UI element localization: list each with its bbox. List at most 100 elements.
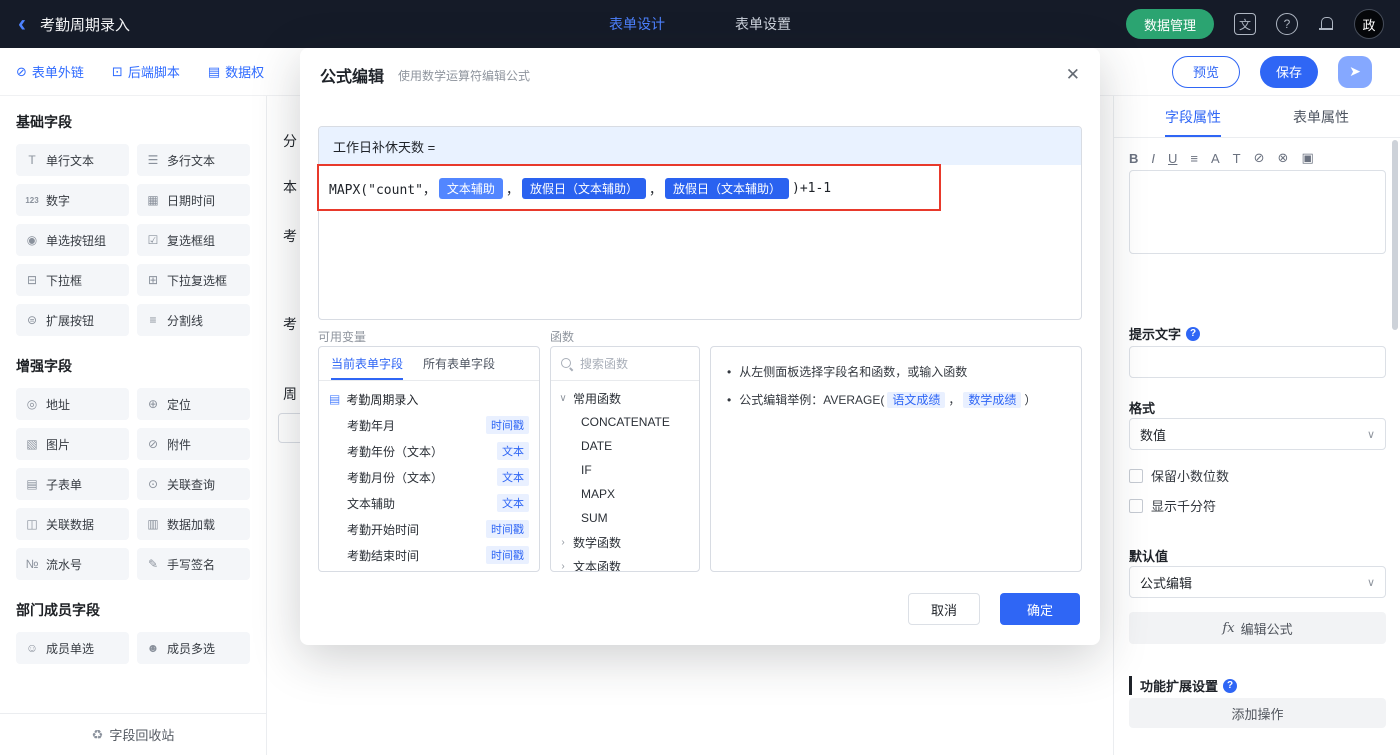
help-circle-icon[interactable]: ?	[1186, 326, 1201, 341]
variable-item[interactable]: 考勤开始时间 时间戳	[329, 516, 529, 542]
field-type-button[interactable]: ⊘ 附件	[137, 428, 250, 460]
variable-item[interactable]: 考勤月份（文本） 文本	[329, 464, 529, 490]
field-token[interactable]: 文本辅助	[438, 178, 503, 199]
search-icon	[561, 357, 573, 370]
data-management-button[interactable]: 数据管理	[1125, 9, 1214, 39]
label-text: 默认值	[1129, 549, 1169, 564]
function-group-text[interactable]: › 文本函数	[559, 554, 691, 572]
section-title-enhanced: 增强字段	[16, 358, 72, 374]
font-size-icon[interactable]: T	[1233, 151, 1241, 166]
tab-form-properties[interactable]: 表单属性	[1293, 96, 1349, 137]
cancel-button[interactable]: 取消	[908, 593, 980, 625]
field-title-editor[interactable]	[1129, 170, 1386, 254]
function-group-common[interactable]: ∨ 常用函数	[559, 386, 691, 410]
italic-icon[interactable]: I	[1151, 151, 1155, 166]
data-permission-link[interactable]: ▤ 数据权	[208, 62, 264, 81]
field-type-button[interactable]: 123 数字	[16, 184, 129, 216]
formula-input-area[interactable]: MAPX("count"， 文本辅助 ， 放假日（文本辅助） ， 放假日（文本辅…	[319, 165, 1081, 212]
tab-field-properties[interactable]: 字段属性	[1165, 96, 1221, 137]
formula-editor: 工作日补休天数 = MAPX("count"， 文本辅助 ， 放假日（文本辅助）…	[318, 126, 1082, 320]
field-type-button[interactable]: ✎ 手写签名	[137, 548, 250, 580]
variable-item[interactable]: 文本辅助 文本	[329, 490, 529, 516]
topbar-actions: 数据管理 文 ? 政	[1125, 0, 1384, 48]
notification-bell-icon[interactable]	[1318, 16, 1334, 32]
field-type-button[interactable]: ▤ 子表单	[16, 468, 129, 500]
default-value-select[interactable]: 公式编辑 ∨	[1129, 566, 1386, 598]
related-data-icon: ◫	[26, 517, 38, 531]
type-badge: 文本	[497, 442, 529, 460]
thousand-separator-checkbox[interactable]: 显示千分符	[1129, 496, 1386, 515]
close-icon[interactable]: ✕	[1066, 65, 1080, 85]
font-color-icon[interactable]: A	[1211, 151, 1220, 166]
field-label: 下拉复选框	[167, 273, 228, 288]
function-item[interactable]: IF	[559, 458, 691, 482]
insert-image-icon[interactable]: ▣	[1301, 150, 1313, 166]
backend-script-link[interactable]: ⊡ 后端脚本	[112, 62, 180, 81]
field-type-button[interactable]: ▥ 数据加载	[137, 508, 250, 540]
back-icon[interactable]: ‹	[18, 12, 26, 36]
share-button[interactable]: ➤	[1338, 55, 1372, 88]
confirm-button[interactable]: 确定	[1000, 593, 1080, 625]
help-circle-icon[interactable]: ?	[1223, 678, 1238, 693]
function-item[interactable]: CONCATENATE	[559, 410, 691, 434]
tab-form-design[interactable]: 表单设计	[609, 14, 665, 34]
field-type-button[interactable]: ▧ 图片	[16, 428, 129, 460]
link-icon[interactable]: ⊘	[1254, 150, 1265, 166]
edit-formula-button[interactable]: fx 编辑公式	[1129, 612, 1386, 644]
variable-item[interactable]: 考勤年月 时间戳	[329, 412, 529, 438]
align-icon[interactable]: ≡	[1190, 151, 1198, 166]
function-item[interactable]: MAPX	[559, 482, 691, 506]
field-type-button[interactable]: ▦ 日期时间	[137, 184, 250, 216]
field-type-button[interactable]: ⊜ 扩展按钮	[16, 304, 129, 336]
tip-text: 从左侧面板选择字段名和函数，或输入函数	[739, 365, 968, 379]
hint-text-input[interactable]	[1129, 346, 1386, 378]
format-select[interactable]: 数值 ∨	[1129, 418, 1386, 450]
field-token[interactable]: 放假日（文本辅助）	[664, 178, 789, 199]
tab-all-form-fields[interactable]: 所有表单字段	[423, 347, 495, 380]
page-title: 考勤周期录入	[40, 16, 131, 34]
underline-icon[interactable]: U	[1168, 151, 1177, 166]
function-group-math[interactable]: › 数学函数	[559, 530, 691, 554]
panel-scrollbar[interactable]	[1392, 140, 1398, 330]
tab-form-settings[interactable]: 表单设置	[735, 14, 791, 34]
function-item[interactable]: SUM	[559, 506, 691, 530]
field-type-button[interactable]: № 流水号	[16, 548, 129, 580]
tab-current-form-fields[interactable]: 当前表单字段	[331, 347, 403, 380]
field-type-button[interactable]: ◎ 地址	[16, 388, 129, 420]
variable-item[interactable]: 考勤结束时间 时间戳	[329, 542, 529, 568]
field-token[interactable]: 放假日（文本辅助）	[521, 178, 646, 199]
avatar[interactable]: 政	[1354, 9, 1384, 39]
bullet-icon: •	[727, 365, 732, 379]
field-recycle-bin[interactable]: ♻ 字段回收站	[0, 713, 266, 755]
field-type-button[interactable]: T 单行文本	[16, 144, 129, 176]
field-type-button[interactable]: ⊕ 定位	[137, 388, 250, 420]
add-action-button[interactable]: 添加操作	[1129, 698, 1386, 728]
field-type-button[interactable]: ◫ 关联数据	[16, 508, 129, 540]
form-external-link[interactable]: ⊘ 表单外链	[16, 62, 84, 81]
bold-icon[interactable]: B	[1129, 151, 1138, 166]
field-type-button[interactable]: ☰ 多行文本	[137, 144, 250, 176]
variable-item[interactable]: 考勤年份（文本） 文本	[329, 438, 529, 464]
form-root-node[interactable]: ▤ 考勤周期录入	[329, 386, 529, 412]
dropdown-multi-icon: ⊞	[147, 273, 159, 287]
fx-icon: fx	[1222, 620, 1235, 636]
keep-decimals-checkbox[interactable]: 保留小数位数	[1129, 466, 1386, 485]
hint-text-label: 提示文字 ?	[1129, 324, 1386, 343]
checkbox-group-icon: ☑	[147, 233, 159, 247]
unlink-icon[interactable]: ⊗	[1278, 150, 1289, 166]
save-button[interactable]: 保存	[1260, 55, 1318, 88]
field-type-button[interactable]: ☑ 复选框组	[137, 224, 250, 256]
function-item[interactable]: DATE	[559, 434, 691, 458]
function-search[interactable]: 搜索函数	[551, 347, 699, 381]
field-type-button[interactable]: ☺ 成员单选	[16, 632, 129, 664]
field-type-button[interactable]: ◉ 单选按钮组	[16, 224, 129, 256]
help-icon[interactable]: ?	[1276, 13, 1298, 35]
link-label: 后端脚本	[127, 65, 180, 80]
field-type-button[interactable]: ⊙ 关联查询	[137, 468, 250, 500]
preview-button[interactable]: 预览	[1172, 55, 1240, 88]
translate-icon[interactable]: 文	[1234, 13, 1256, 35]
field-type-button[interactable]: ☻ 成员多选	[137, 632, 250, 664]
field-type-button[interactable]: ⊞ 下拉复选框	[137, 264, 250, 296]
field-type-button[interactable]: ⊟ 下拉框	[16, 264, 129, 296]
field-type-button[interactable]: ≡ 分割线	[137, 304, 250, 336]
